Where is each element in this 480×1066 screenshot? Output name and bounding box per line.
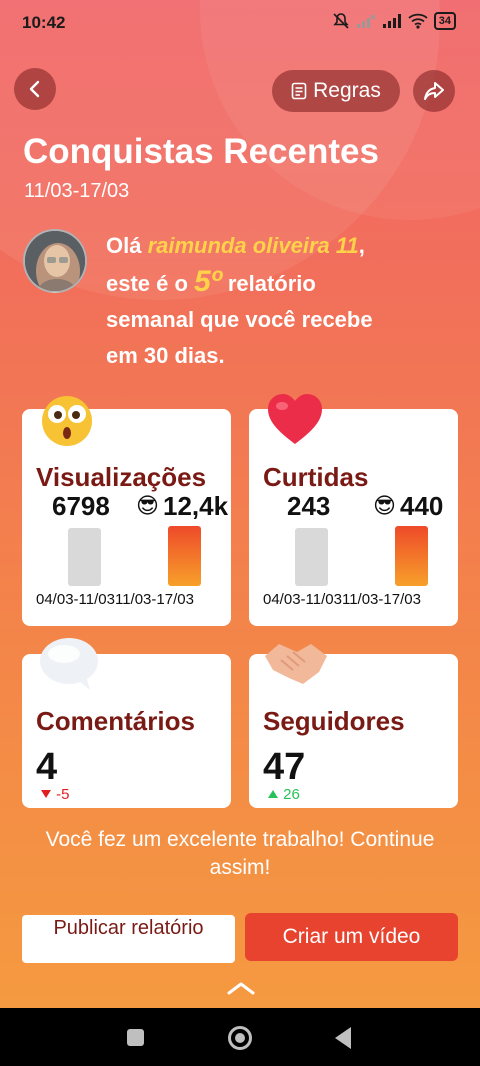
greeting-text: Olá raimunda oliveira 11, este é o 5º re… <box>106 228 466 374</box>
views-prev-period: 04/03-11/03 <box>36 591 115 608</box>
home-button[interactable] <box>228 1026 252 1050</box>
status-icons: 34 <box>332 12 456 30</box>
rules-label: Regras <box>313 79 381 102</box>
chevron-left-icon <box>29 80 40 98</box>
likes-current-emoji: 😎 <box>373 493 396 518</box>
greeting-prefix: Olá <box>106 233 148 258</box>
views-current-bar <box>168 526 201 586</box>
likes-previous-bar <box>295 528 328 586</box>
rules-button[interactable]: Regras <box>272 70 400 112</box>
followers-value: 47 <box>263 746 306 788</box>
greeting-line2-prefix: este é o <box>106 271 195 296</box>
greeting-line2-suffix: relatório <box>221 271 316 296</box>
views-title: Visualizações <box>36 462 207 492</box>
create-video-button[interactable]: Criar um vídeo <box>245 913 458 961</box>
no-signal-icon <box>356 14 376 28</box>
share-button[interactable] <box>413 70 455 112</box>
likes-curr-period: 11/03-17/03 <box>341 591 421 608</box>
recent-apps-button[interactable] <box>127 1029 144 1046</box>
greeting-line3: semanal que você recebe <box>106 307 373 332</box>
status-bar: 10:42 34 <box>0 0 480 46</box>
views-previous: 6798 <box>52 491 110 521</box>
likes-prev-period: 04/03-11/03 <box>263 591 342 608</box>
screen: 10:42 34 Regras Conquistas Recentes 11/0… <box>0 0 480 1008</box>
user-name: raimunda oliveira 11 <box>147 233 359 258</box>
publish-report-button[interactable]: Publicar relatório <box>22 915 235 963</box>
report-number: 5º <box>194 265 222 298</box>
views-current-emoji: 😎 <box>136 493 159 518</box>
avatar <box>23 229 87 293</box>
triangle-up-icon <box>268 790 278 798</box>
likes-current-bar <box>395 526 428 586</box>
back-nav-button[interactable] <box>335 1027 351 1049</box>
chevron-up-icon[interactable] <box>226 980 256 1001</box>
comments-value: 4 <box>36 746 58 788</box>
status-time: 10:42 <box>22 13 66 32</box>
back-button[interactable] <box>14 68 56 110</box>
greeting-comma: , <box>358 233 365 258</box>
share-icon <box>424 82 444 100</box>
likes-title: Curtidas <box>263 462 369 492</box>
surprised-face-icon <box>40 394 94 453</box>
comments-delta: -5 <box>40 786 70 803</box>
views-current: 12,4k <box>163 491 229 521</box>
views-curr-period: 11/03-17/03 <box>114 591 194 608</box>
likes-current: 440 <box>400 491 444 521</box>
greeting-line4: em 30 dias. <box>106 343 225 368</box>
page-title: Conquistas Recentes <box>23 132 379 171</box>
views-previous-bar <box>68 528 101 586</box>
handshake-icon <box>263 638 329 693</box>
wifi-icon <box>408 13 428 29</box>
comments-title: Comentários <box>36 706 195 736</box>
mute-icon <box>333 13 349 29</box>
views-period-labels: 04/03-11/0311/03-17/03 <box>36 591 194 608</box>
followers-delta: 26 <box>267 786 300 803</box>
likes-period-labels: 04/03-11/0311/03-17/03 <box>263 591 421 608</box>
footer-message: Você fez um excelente trabalho! Continue… <box>45 828 435 879</box>
heart-icon <box>266 392 324 451</box>
signal-icon <box>382 14 401 28</box>
followers-title: Seguidores <box>263 706 405 736</box>
comments-delta-value: -5 <box>56 786 70 803</box>
likes-previous: 243 <box>287 491 331 521</box>
speech-bubble-icon <box>38 636 100 697</box>
triangle-down-icon <box>41 790 51 798</box>
battery-icon: 34 <box>433 12 456 30</box>
date-range: 11/03-17/03 <box>24 180 130 202</box>
document-icon <box>291 82 307 100</box>
followers-delta-value: 26 <box>283 786 300 803</box>
